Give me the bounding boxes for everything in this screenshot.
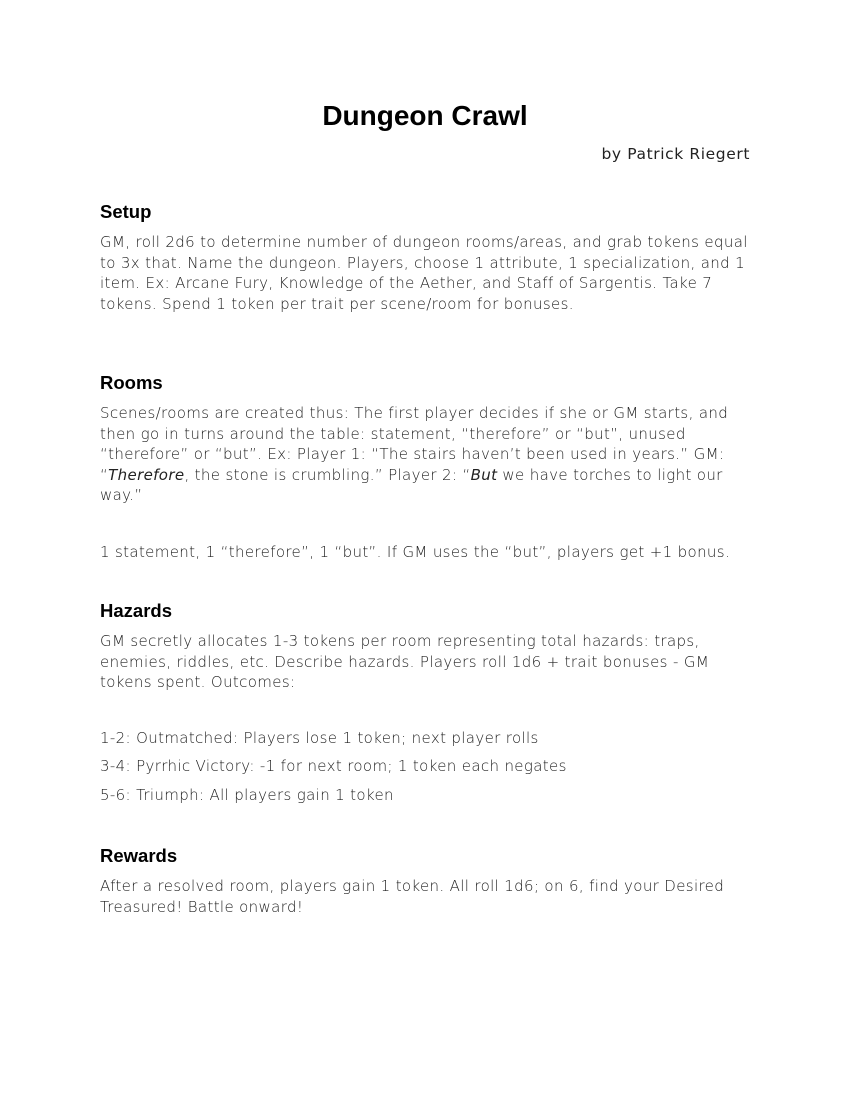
rooms-italic-but: But — [470, 465, 498, 484]
rooms-section: Rooms Scenes/rooms are created thus: The… — [100, 372, 750, 563]
rewards-text: After a resolved room, players gain 1 to… — [100, 877, 725, 916]
rewards-section: Rewards After a resolved room, players g… — [100, 845, 750, 917]
rooms-italic-therefore: Therefore — [108, 465, 185, 484]
hazards-outcome-item: 5-6: Triumph: All players gain 1 token — [100, 785, 394, 804]
setup-section: Setup GM, roll 2d6 to determine number o… — [100, 201, 750, 314]
document-author: by Patrick Riegert — [601, 145, 750, 163]
hazards-heading: Hazards — [100, 600, 172, 621]
rooms-text-part2: , the stone is crumbling.” Player 2: “ — [184, 465, 471, 484]
document-page: Dungeon Crawl by Patrick Riegert Setup G… — [0, 0, 850, 1100]
rooms-heading: Rooms — [100, 372, 163, 393]
rooms-rule: 1 statement, 1 “therefore”, 1 “but”. If … — [100, 542, 731, 561]
setup-heading: Setup — [100, 201, 152, 222]
hazards-section: Hazards GM secretly allocates 1-3 tokens… — [100, 600, 750, 806]
document-title: Dungeon Crawl — [322, 100, 528, 131]
setup-text: GM, roll 2d6 to determine number of dung… — [100, 233, 748, 313]
hazards-text: GM secretly allocates 1-3 tokens per roo… — [100, 632, 710, 692]
hazards-outcome-item: 3-4: Pyrrhic Victory: -1 for next room; … — [100, 757, 567, 776]
hazards-outcome-list: 1-2: Outmatched: Players lose 1 token; n… — [100, 728, 750, 806]
rewards-heading: Rewards — [100, 845, 178, 866]
rooms-text: Scenes/rooms are created thus: The first… — [100, 403, 750, 506]
hazards-outcome-item: 1-2: Outmatched: Players lose 1 token; n… — [100, 728, 539, 747]
